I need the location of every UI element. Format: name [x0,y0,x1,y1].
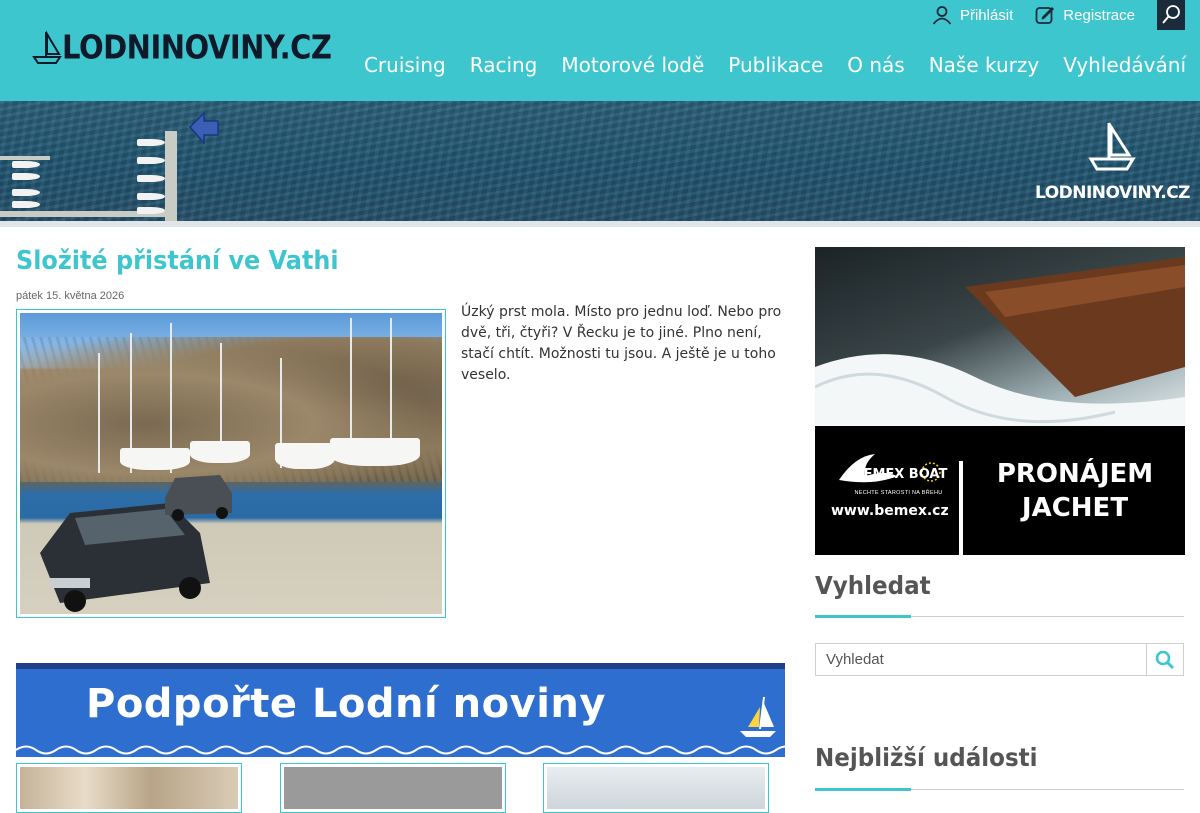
sailboat-icon [740,696,776,737]
site-logo[interactable]: LODNINOVINY.CZ [32,27,332,67]
moored-boat [12,173,40,180]
moored-boat [137,175,165,182]
moored-boat [12,161,40,168]
photo-mast [350,318,352,458]
ad-brand-tagline: NECHTE STAROSTI NA BŘEHU [854,490,943,496]
article-excerpt: Úzký prst mola. Místo pro jednu loď. Neb… [461,304,782,383]
login-link[interactable]: Přihlásit [932,5,1013,25]
thumbnail-image [547,767,765,809]
article-thumbnail[interactable] [280,763,506,813]
header-search-button[interactable] [1157,0,1185,30]
photo-truck-2 [165,475,232,521]
ad-website: www.bemex.cz [831,503,949,519]
article-thumbnail[interactable] [543,763,769,813]
ad-brand-name: BEMEX BOAT [853,467,948,482]
boat-logo-icon [1088,121,1137,171]
moored-boat [137,157,165,164]
ad-cta-line2: JACHET [1021,493,1129,523]
banner-logo: LODNINOVINY.CZ [1034,121,1191,203]
nav-item-search[interactable]: Vyhledávání [1063,53,1186,77]
pier-graphic [165,131,177,221]
ad-brand: BEMEX BOAT NECHTE STAROSTI NA BŘEHU [827,450,952,496]
register-link[interactable]: Registrace [1035,5,1135,25]
user-icon [932,6,952,25]
ad-footer: BEMEX BOAT NECHTE STAROSTI NA BŘEHU www.… [815,426,1185,555]
header-banner: LODNINOVINY.CZ [0,101,1200,221]
search-icon [1155,650,1175,669]
article-date: pátek 15. května 2026 [16,290,125,302]
logo-text: LODNINOVINY.CZ [62,27,332,67]
article-thumbnail[interactable] [16,763,242,813]
boat-logo-icon [32,30,62,64]
nav-item-motor-boats[interactable]: Motorové lodě [561,53,704,77]
nav-item-cruising[interactable]: Cruising [364,53,446,77]
search-icon [1162,5,1180,24]
photo-yacht [275,443,335,469]
ad-divider [959,461,963,555]
harbor-photo [20,313,442,614]
login-label: Přihlásit [959,6,1014,24]
moored-boat [12,201,40,208]
support-banner[interactable]: Podpořte Lodní noviny [16,663,785,757]
edit-icon [1035,7,1055,24]
moored-boat [137,139,165,146]
events-heading: Nejbližší události [815,743,1038,772]
top-bar: Přihlásit Registrace [932,0,1200,30]
site-header: LODNINOVINY.CZ Přihlásit Registrace Crui… [0,0,1200,101]
thumbnail-image [20,767,238,809]
moored-boat [137,193,165,200]
photo-yacht [190,441,250,463]
support-banner-text: Podpořte Lodní noviny [86,681,606,727]
search-heading: Vyhledat [815,571,931,600]
bemex-ad[interactable]: BEMEX BOAT NECHTE STAROSTI NA BŘEHU www.… [815,247,1185,555]
nav-item-about[interactable]: O nás [847,53,904,77]
photo-mast [390,318,392,458]
main-nav: Cruising Racing Motorové lodě Publikace … [340,53,1186,77]
article-image[interactable] [16,309,446,618]
nav-item-racing[interactable]: Racing [470,53,538,77]
banner-logo-text: LODNINOVINY.CZ [1034,183,1191,203]
sidebar-search-button[interactable] [1146,643,1184,676]
support-banner-top [16,663,785,669]
nav-item-publications[interactable]: Publikace [728,53,823,77]
pier-graphic [0,156,50,160]
wave-decoration [16,745,785,755]
heading-rule-accent [815,788,911,791]
photo-yacht [330,438,420,466]
arrow-left-icon [188,111,219,145]
nav-item-courses[interactable]: Naše kurzy [929,53,1040,77]
thumbnail-image [284,767,502,809]
ad-yacht-deck [815,257,1185,426]
moored-boat [12,189,40,196]
photo-mast [98,353,100,473]
heading-rule-accent [815,615,911,618]
banner-divider [0,221,1200,227]
moored-boat [137,207,165,214]
ad-cta-line1: PRONÁJEM [996,459,1154,489]
sidebar-search-input[interactable] [815,643,1147,676]
article-title[interactable]: Složité přistání ve Vathi [16,246,339,276]
ad-cta: PRONÁJEM JACHET [975,457,1175,525]
register-label: Registrace [1063,6,1135,24]
